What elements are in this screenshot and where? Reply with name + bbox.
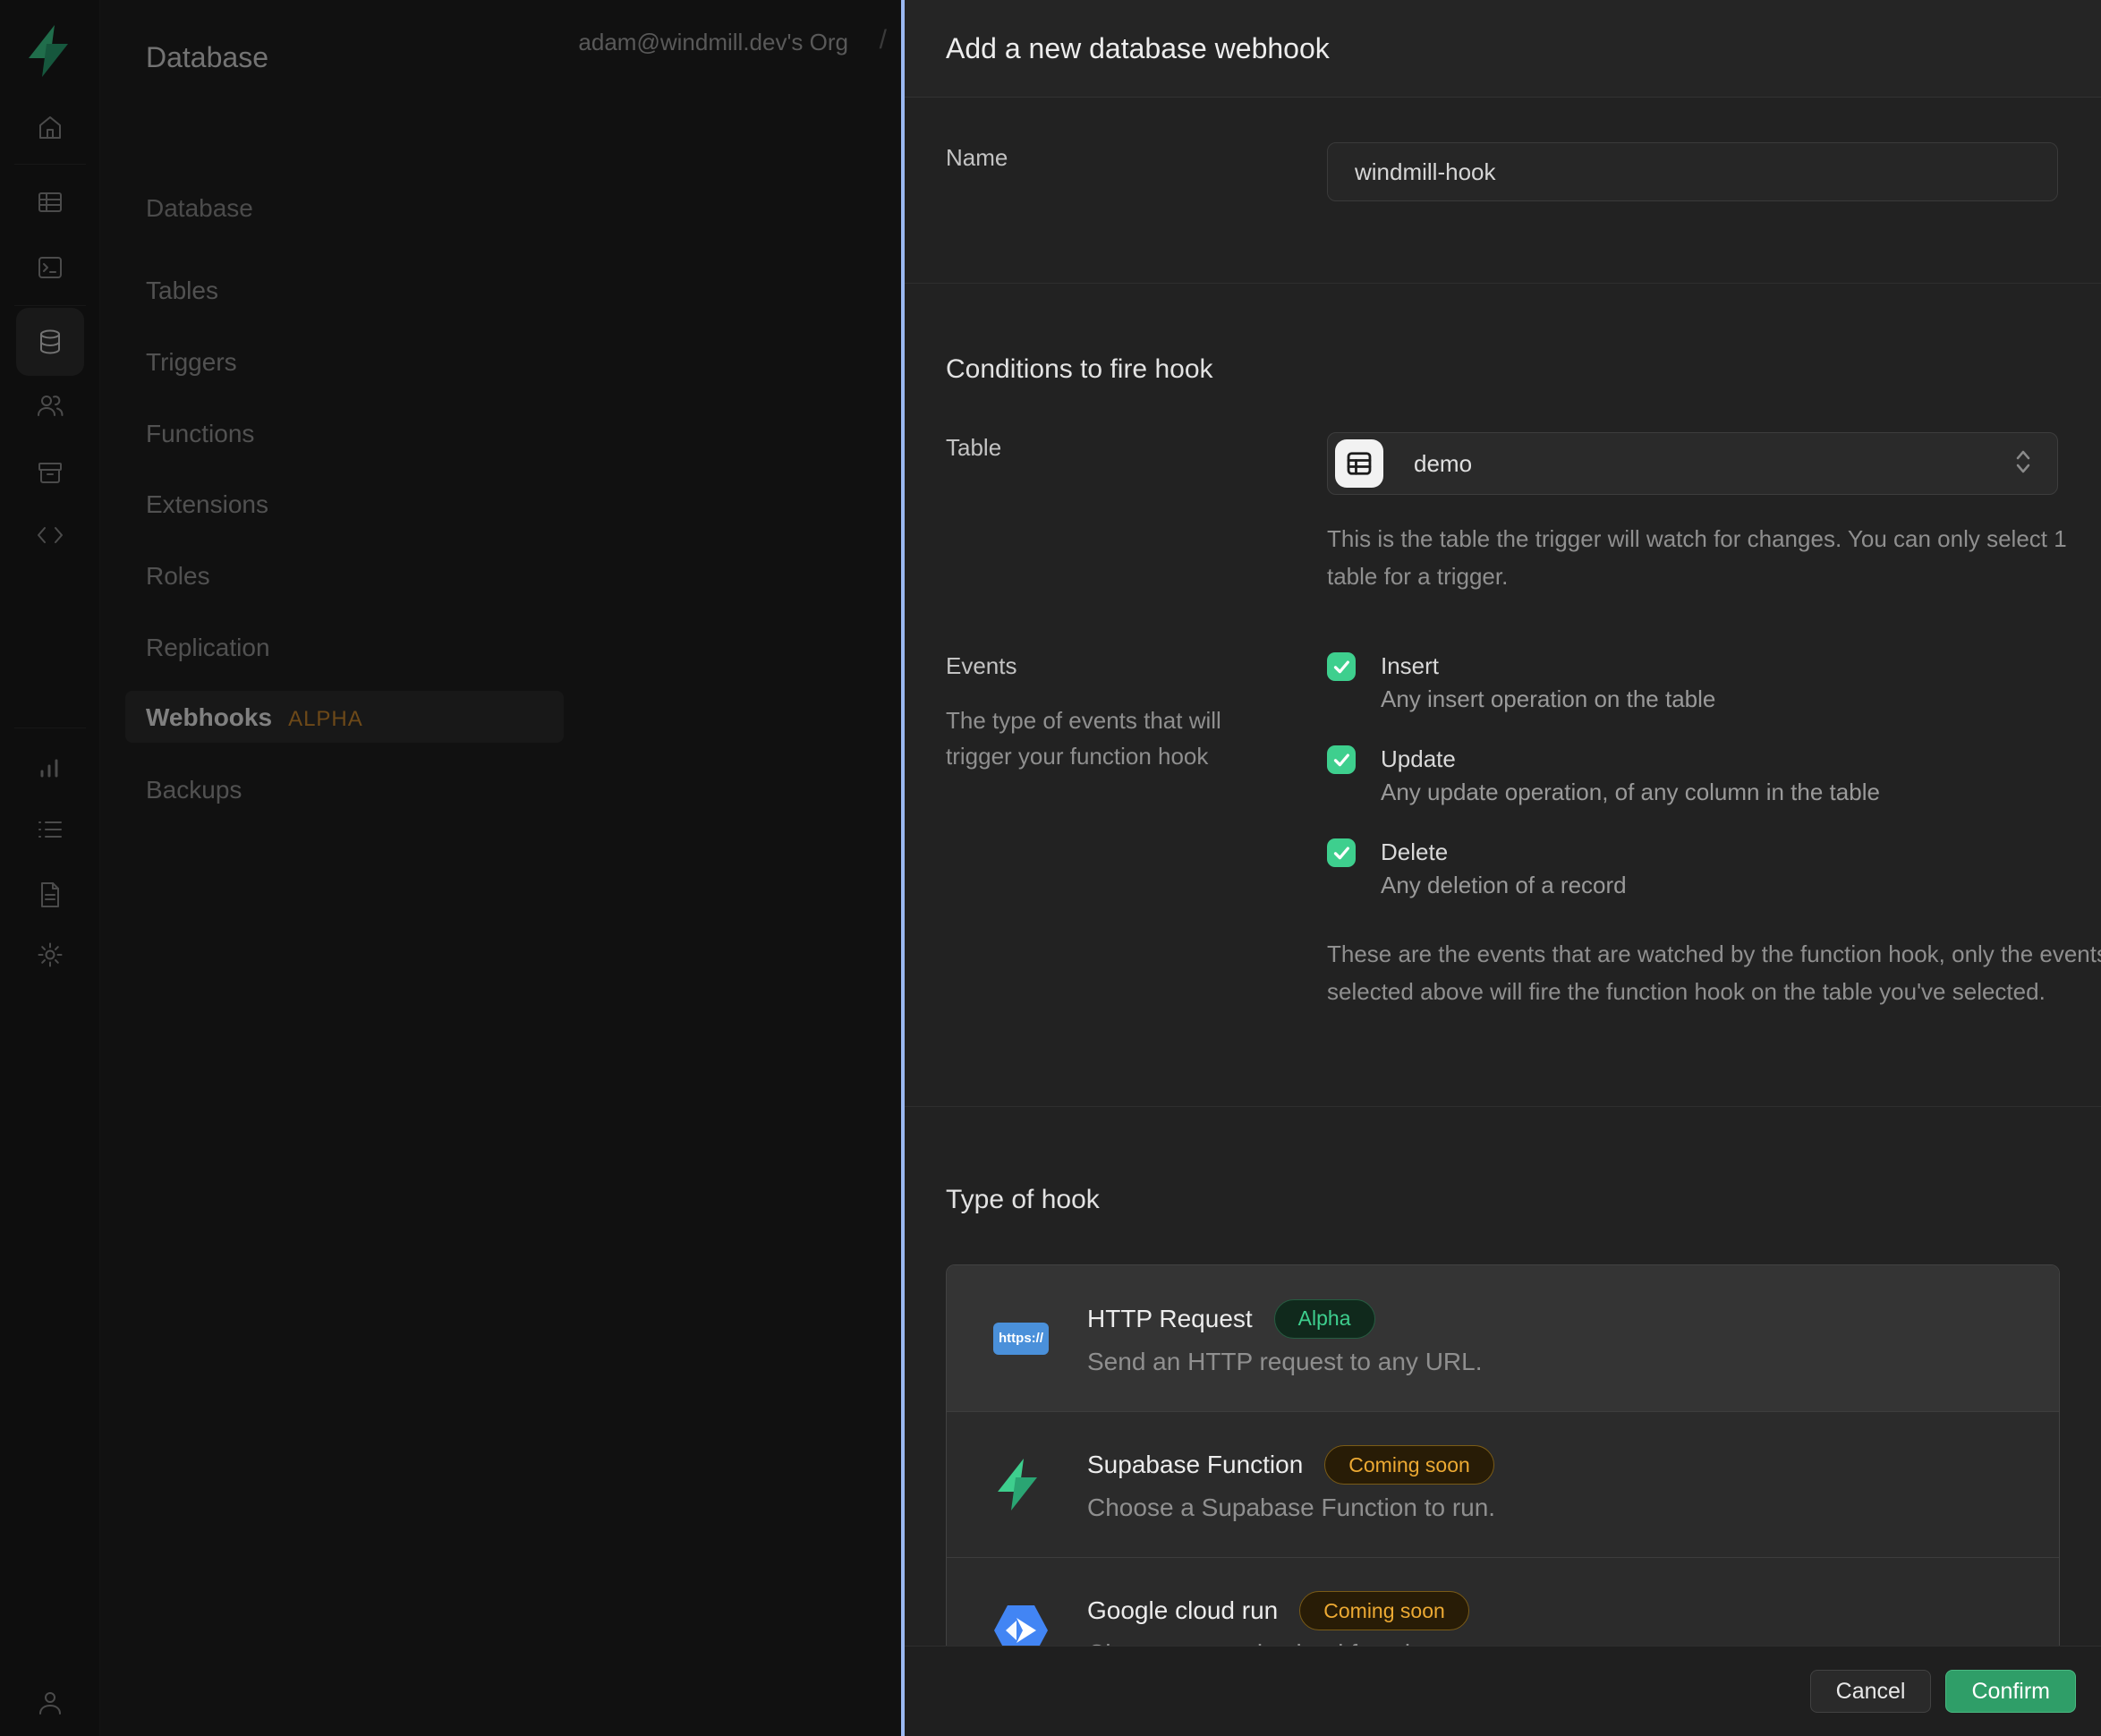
table-row: Table demo This is the table the trigger… (946, 432, 2060, 595)
events-label-col: Events The type of events that will trig… (946, 651, 1327, 1010)
update-label: Update (1381, 744, 1880, 774)
hook-option-desc: Send an HTTP request to any URL. (1087, 1346, 1483, 1378)
hook-type-heading: Type of hook (946, 1184, 2060, 1216)
table-label: Table (946, 432, 1327, 595)
hook-option-desc: Choose a Supabase Function to run. (1087, 1492, 1495, 1524)
hook-option-title: Google cloud run (1087, 1595, 1278, 1627)
insert-checkbox[interactable] (1327, 652, 1356, 681)
events-note: These are the events that are watched by… (1327, 935, 2101, 1010)
hook-option-supabase-function[interactable]: Supabase Function Coming soon Choose a S… (947, 1411, 2059, 1557)
name-section: Name (905, 98, 2101, 284)
delete-sublabel: Any deletion of a record (1381, 867, 1627, 903)
hook-option-http-request[interactable]: https:// HTTP Request Alpha Send an HTTP… (947, 1265, 2059, 1411)
add-webhook-panel: Add a new database webhook Name Conditio… (901, 0, 2101, 1736)
events-description: The type of events that will trigger you… (946, 702, 1277, 774)
delete-label: Delete (1381, 837, 1627, 867)
confirm-button[interactable]: Confirm (1945, 1670, 2076, 1713)
panel-title: Add a new database webhook (946, 32, 1330, 65)
delete-checkbox[interactable] (1327, 838, 1356, 867)
hook-type-section: Type of hook https:// HTTP Request Alpha… (905, 1107, 2101, 1704)
hook-option-title: Supabase Function (1087, 1449, 1303, 1481)
coming-soon-pill: Coming soon (1299, 1591, 1469, 1630)
panel-header: Add a new database webhook (905, 0, 2101, 98)
name-label: Name (946, 142, 1327, 283)
alpha-pill: Alpha (1274, 1299, 1375, 1339)
hook-type-list: https:// HTTP Request Alpha Send an HTTP… (946, 1264, 2060, 1704)
cancel-button[interactable]: Cancel (1810, 1670, 1932, 1713)
https-icon: https:// (993, 1323, 1087, 1355)
name-input[interactable] (1327, 142, 2058, 201)
events-label: Events (946, 651, 1327, 681)
modal-dim-overlay[interactable] (0, 0, 901, 1736)
table-select[interactable]: demo (1327, 432, 2058, 495)
event-option-update: Update Any update operation, of any colu… (1327, 744, 2101, 810)
chevron-sort-icon (2011, 447, 2036, 481)
coming-soon-pill: Coming soon (1324, 1445, 1494, 1485)
conditions-heading: Conditions to fire hook (946, 353, 2060, 386)
event-option-delete: Delete Any deletion of a record (1327, 837, 2101, 903)
insert-label: Insert (1381, 651, 1715, 681)
update-checkbox[interactable] (1327, 745, 1356, 774)
table-help-text: This is the table the trigger will watch… (1327, 520, 2097, 595)
supabase-bolt-icon (993, 1457, 1087, 1512)
insert-sublabel: Any insert operation on the table (1381, 681, 1715, 717)
table-select-value: demo (1414, 450, 2011, 478)
conditions-section: Conditions to fire hook Table demo (905, 284, 2101, 1107)
events-row: Events The type of events that will trig… (946, 651, 2060, 1010)
table-icon (1335, 439, 1383, 488)
hook-option-title: HTTP Request (1087, 1303, 1253, 1335)
update-sublabel: Any update operation, of any column in t… (1381, 774, 1880, 810)
event-option-insert: Insert Any insert operation on the table (1327, 651, 2101, 717)
panel-footer: Cancel Confirm (905, 1646, 2101, 1736)
